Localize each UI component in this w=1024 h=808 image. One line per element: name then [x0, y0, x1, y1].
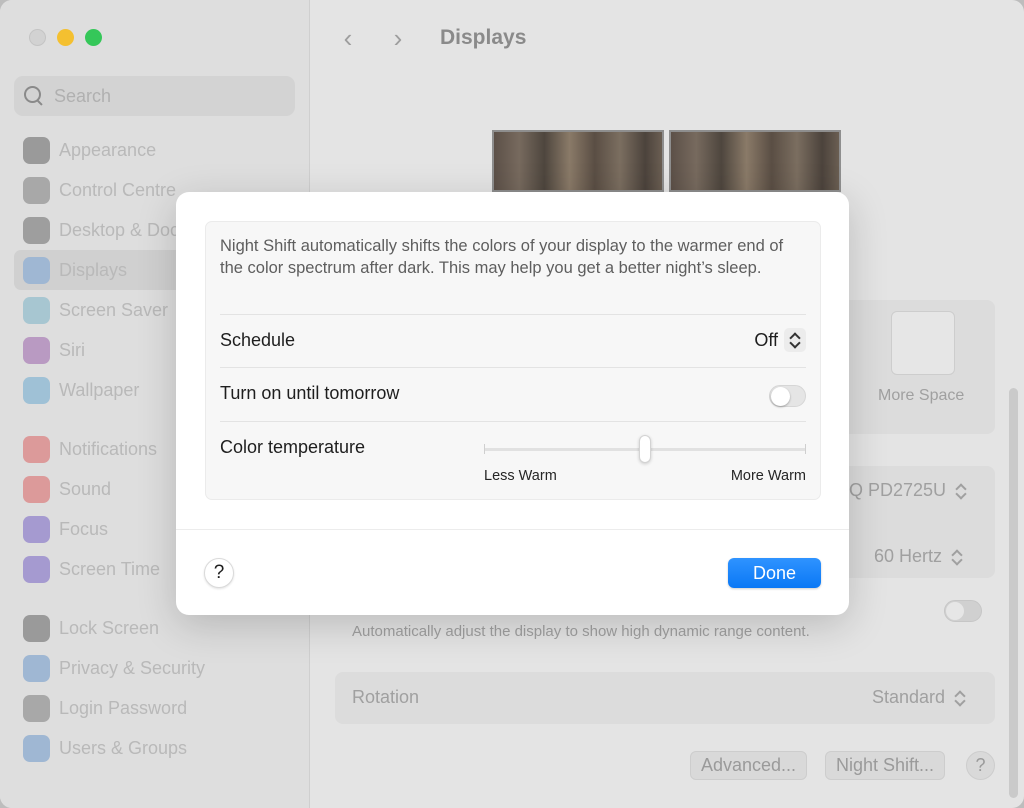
- color-temperature-label: Color temperature: [220, 437, 366, 457]
- color-temperature-slider[interactable]: [484, 435, 806, 463]
- zoom-window-button[interactable]: [85, 29, 102, 46]
- schedule-select[interactable]: Off: [754, 328, 806, 352]
- close-window-button[interactable]: [29, 29, 46, 46]
- sidebar-item-label: Desktop & Dock: [59, 219, 189, 240]
- sidebar-item-label: Lock Screen: [59, 617, 160, 638]
- screen-time-icon: [23, 555, 50, 583]
- more-space-label: More Space: [878, 387, 965, 404]
- privacy-security-icon: [23, 654, 50, 682]
- sidebar-item-label: Sound: [59, 478, 112, 499]
- night-shift-description: Night Shift automatically shifts the col…: [220, 237, 784, 277]
- turn-on-toggle[interactable]: [769, 385, 806, 407]
- desktop-dock-icon: [23, 216, 50, 244]
- chevron-right-icon: ›: [393, 23, 403, 53]
- sidebar-item-privacy-security[interactable]: Privacy & Security: [14, 648, 304, 688]
- scrollbar[interactable]: [1009, 388, 1018, 798]
- advanced-button[interactable]: Advanced...: [690, 751, 808, 780]
- night-shift-button[interactable]: Night Shift...: [825, 751, 946, 780]
- more-warm-label: More Warm: [730, 468, 806, 484]
- refresh-rate-value: 60 Hertz: [874, 546, 943, 566]
- dialog-divider: [176, 529, 849, 530]
- help-button-background[interactable]: ?: [966, 751, 995, 780]
- color-temperature-row: Color temperature Less Warm More Warm: [220, 421, 806, 500]
- login-password-icon: [23, 694, 50, 722]
- stepper-icon: [954, 482, 967, 500]
- display-preview-2[interactable]: [669, 130, 841, 192]
- rotation-value: Standard: [872, 687, 946, 707]
- control-centre-icon: [23, 176, 50, 204]
- back-button[interactable]: ‹: [334, 24, 362, 52]
- sidebar-item-login-password[interactable]: Login Password: [14, 688, 304, 728]
- rotation-select[interactable]: Standard: [872, 687, 966, 708]
- sidebar-item-label: Wallpaper: [59, 379, 140, 400]
- screen-saver-icon: [23, 296, 50, 324]
- turn-on-row: Turn on until tomorrow: [220, 367, 806, 420]
- stepper-icon: [950, 548, 963, 566]
- turn-on-label: Turn on until tomorrow: [220, 383, 400, 403]
- display-preview-1[interactable]: [492, 130, 664, 192]
- display-select-value: Q PD2725U: [849, 480, 947, 500]
- sidebar-item-label: Focus: [59, 518, 109, 539]
- refresh-rate-select[interactable]: 60 Hertz: [874, 546, 963, 567]
- schedule-label: Schedule: [220, 330, 296, 350]
- night-shift-dialog: Night Shift automatically shifts the col…: [176, 192, 849, 615]
- chevron-left-icon: ‹: [343, 23, 353, 53]
- search-placeholder: Search: [54, 85, 112, 106]
- slider-tick-max: [805, 444, 806, 454]
- sidebar-item-label: Users & Groups: [59, 737, 188, 758]
- done-button[interactable]: Done: [728, 558, 821, 588]
- page-title: Displays: [440, 26, 527, 49]
- help-button[interactable]: ?: [204, 558, 234, 588]
- minimize-window-button[interactable]: [57, 29, 74, 46]
- stepper-icon: [953, 689, 966, 707]
- sidebar-item-label: Appearance: [59, 139, 157, 160]
- search-input[interactable]: Search: [14, 76, 295, 116]
- settings-window: Search Appearance Control Centre Desktop &…: [0, 0, 1024, 808]
- displays-icon: [23, 256, 50, 284]
- forward-button[interactable]: ›: [384, 24, 412, 52]
- hdr-toggle[interactable]: [944, 600, 982, 622]
- sidebar-item-users-groups[interactable]: Users & Groups: [14, 728, 304, 768]
- search-icon: [24, 86, 44, 106]
- slider-tick-min: [484, 444, 485, 454]
- schedule-value: Off: [754, 329, 778, 350]
- lock-screen-icon: [23, 614, 50, 642]
- main-header: ‹ › Displays: [334, 24, 527, 52]
- sidebar-item-label: Displays: [59, 259, 128, 280]
- sidebar-item-label: Login Password: [59, 697, 188, 718]
- wallpaper-icon: [23, 376, 50, 404]
- users-groups-icon: [23, 734, 50, 762]
- sidebar-item-appearance[interactable]: Appearance: [14, 130, 304, 170]
- slider-knob[interactable]: [639, 435, 651, 463]
- sound-icon: [23, 475, 50, 503]
- rotation-label: Rotation: [352, 687, 420, 707]
- less-warm-label: Less Warm: [484, 468, 557, 484]
- stepper-icon: [788, 331, 801, 349]
- night-shift-settings-group: Night Shift automatically shifts the col…: [205, 221, 821, 500]
- sidebar-item-label: Screen Time: [59, 558, 161, 579]
- notifications-icon: [23, 435, 50, 463]
- display-select[interactable]: Q PD2725U: [849, 480, 967, 501]
- sidebar-item-label: Privacy & Security: [59, 657, 206, 678]
- siri-icon: [23, 336, 50, 364]
- sidebar-item-label: Notifications: [59, 438, 158, 459]
- more-space-preview[interactable]: [891, 311, 955, 375]
- hdr-description: Automatically adjust the display to show…: [352, 623, 810, 640]
- focus-icon: [23, 515, 50, 543]
- schedule-stepper: [784, 328, 806, 352]
- schedule-row: Schedule Off: [220, 314, 806, 367]
- sidebar-item-label: Control Centre: [59, 179, 177, 200]
- sidebar-item-label: Siri: [59, 339, 85, 360]
- appearance-icon: [23, 136, 50, 164]
- sidebar-item-label: Screen Saver: [59, 299, 169, 320]
